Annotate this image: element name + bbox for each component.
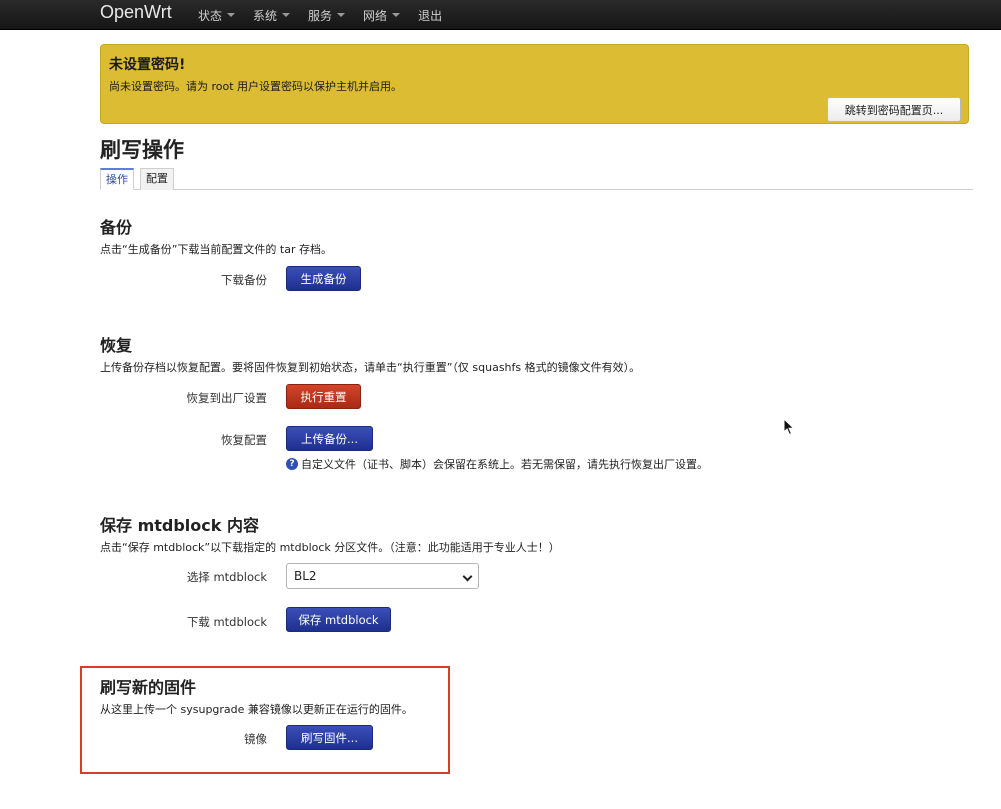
backup-section-title: 备份 [100, 218, 133, 237]
caret-down-icon [337, 13, 346, 17]
password-warning-alert: 未设置密码! 尚未设置密码。请为 root 用户设置密码以保护主机并启用。 跳转… [100, 44, 969, 124]
question-icon: ? [286, 458, 298, 470]
restore-config-label: 恢复配置 [221, 433, 267, 447]
nav-item-system[interactable]: 系统 [253, 7, 291, 24]
flash-firmware-button[interactable]: 刷写固件... [286, 725, 373, 750]
download-mtdblock-label: 下载 mtdblock [186, 615, 267, 629]
select-value: BL2 [294, 569, 317, 583]
mtdblock-select[interactable]: BL2 [286, 563, 479, 589]
backup-description: 点击“生成备份”下载当前配置文件的 tar 存档。 [100, 243, 332, 256]
nav-item-label: 服务 [308, 8, 333, 23]
mtdblock-description: 点击“保存 mtdblock”以下载指定的 mtdblock 分区文件。（注意：… [100, 541, 560, 554]
perform-reset-button[interactable]: 执行重置 [286, 384, 361, 409]
nav-item-label: 状态 [198, 8, 223, 23]
alert-text: 尚未设置密码。请为 root 用户设置密码以保护主机并启用。 [109, 80, 403, 93]
help-text: 自定义文件（证书、脚本）会保留在系统上。若无需保留，请先执行恢复出厂设置。 [301, 458, 708, 471]
flash-description: 从这里上传一个 sysupgrade 兼容镜像以更新正在运行的固件。 [100, 703, 413, 716]
nav-item-network[interactable]: 网络 [363, 7, 401, 24]
nav-item-label: 网络 [363, 8, 388, 23]
caret-down-icon [282, 13, 291, 17]
caret-down-icon [392, 13, 401, 17]
mouse-cursor-icon [783, 418, 795, 436]
nav-menu: 状态 系统 服务 网络 退出 [198, 0, 460, 30]
nav-item-logout[interactable]: 退出 [418, 7, 442, 24]
generate-backup-button[interactable]: 生成备份 [286, 266, 361, 291]
tab-bar: 操作 配置 [100, 168, 973, 190]
download-backup-label: 下载备份 [221, 273, 267, 287]
chevron-down-icon [462, 571, 473, 582]
alert-title: 未设置密码! [109, 57, 186, 73]
tab-configuration[interactable]: 配置 [140, 168, 174, 190]
flash-section-title: 刷写新的固件 [100, 678, 197, 697]
page-title: 刷写操作 [100, 138, 184, 162]
select-mtdblock-label: 选择 mtdblock [186, 570, 267, 584]
nav-item-label: 退出 [418, 8, 443, 23]
nav-item-services[interactable]: 服务 [308, 7, 346, 24]
restore-description: 上传备份存档以恢复配置。要将固件恢复到初始状态，请单击“执行重置”（仅 squa… [100, 361, 641, 374]
tab-actions[interactable]: 操作 [100, 168, 134, 190]
caret-down-icon [227, 13, 236, 17]
save-mtdblock-button[interactable]: 保存 mtdblock [286, 607, 391, 632]
nav-item-label: 系统 [253, 8, 278, 23]
restore-section-title: 恢复 [100, 336, 133, 355]
restore-help-text: ? 自定义文件（证书、脚本）会保留在系统上。若无需保留，请先执行恢复出厂设置。 [286, 456, 708, 472]
image-label: 镜像 [244, 732, 267, 746]
mtdblock-section-title: 保存 mtdblock 内容 [100, 516, 259, 535]
brand-logo[interactable]: OpenWrt [100, 1, 172, 23]
upload-backup-button[interactable]: 上传备份... [286, 426, 373, 451]
top-navbar: OpenWrt 状态 系统 服务 网络 退出 [0, 0, 1001, 30]
factory-reset-label: 恢复到出厂设置 [186, 391, 268, 405]
nav-item-status[interactable]: 状态 [198, 7, 236, 24]
goto-password-config-button[interactable]: 跳转到密码配置页... [827, 97, 961, 122]
